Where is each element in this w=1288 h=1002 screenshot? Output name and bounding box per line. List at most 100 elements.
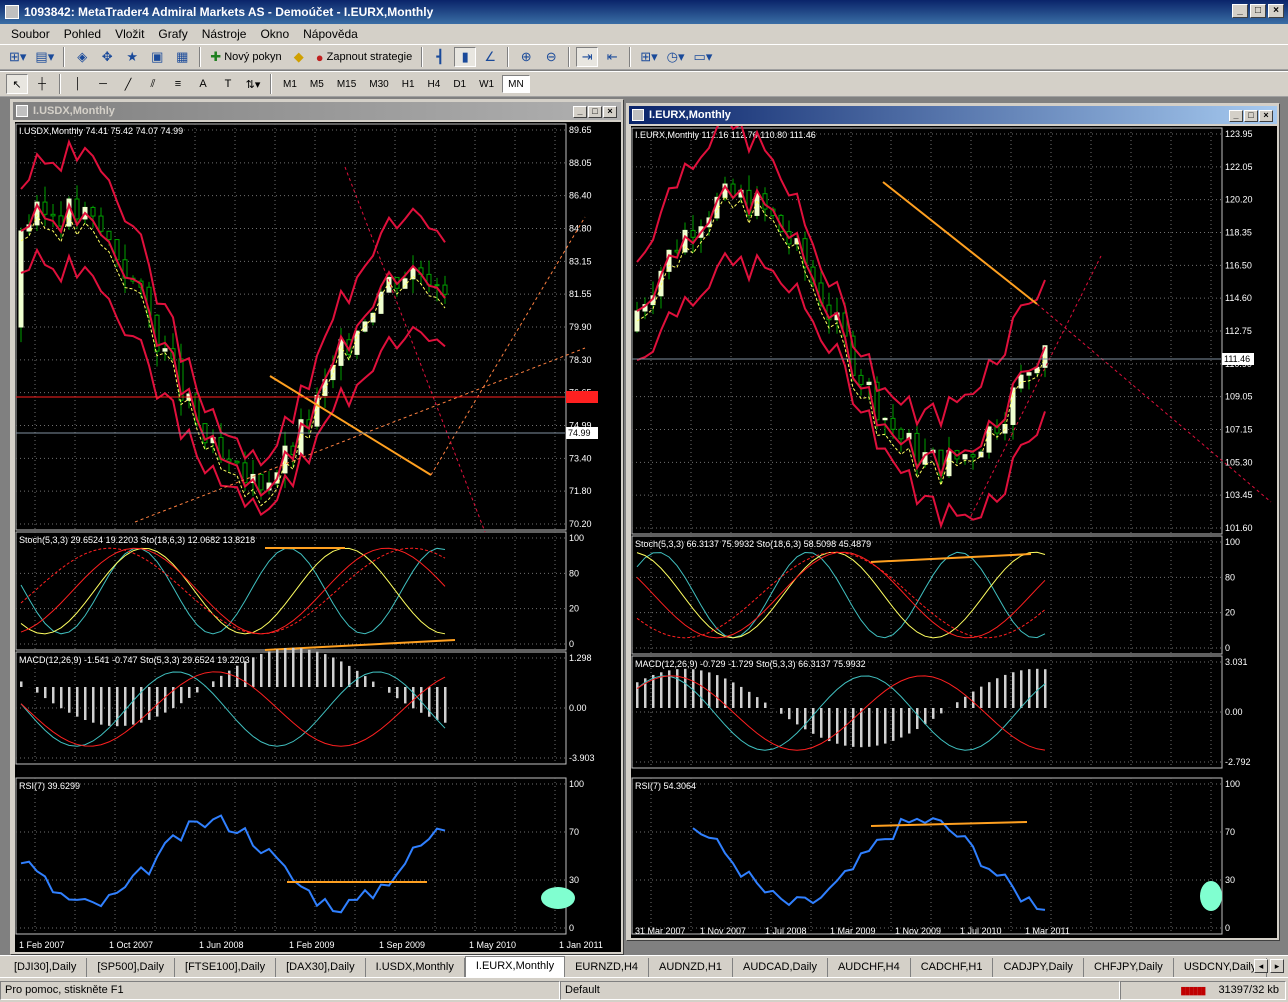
pane-border — [15, 651, 567, 765]
new-chart-button[interactable]: ⊞▾ — [6, 47, 29, 67]
chart-window-title[interactable]: I.EURX,Monthly _ □ × — [629, 106, 1277, 124]
chart-tab[interactable]: AUDNZD,H1 — [649, 958, 733, 977]
chart-minimize-button[interactable]: _ — [1229, 110, 1243, 122]
close-button[interactable]: × — [1268, 4, 1284, 18]
navigator-button[interactable]: ★ — [121, 47, 143, 67]
chart-plot-area[interactable]: 123.95 122.05 120.20 118.35 116.50 114.60 112.… — [631, 112, 1277, 938]
metaeditor-button[interactable]: ◆ — [288, 47, 310, 67]
chart-minimize-button[interactable]: _ — [573, 106, 587, 118]
clock-icon: ◷▾ — [666, 49, 685, 64]
macd-histogram-bar — [812, 708, 815, 734]
horizontal-line-icon: ─ — [99, 78, 107, 90]
chart-window-title[interactable]: I.USDX,Monthly _ □ × — [13, 102, 621, 120]
label-button[interactable]: T — [217, 74, 239, 94]
terminal-button[interactable]: ▣ — [146, 47, 168, 67]
menu-okno[interactable]: Okno — [253, 27, 296, 41]
chart-tab[interactable]: CHFJPY,Daily — [1084, 958, 1174, 977]
trendline-button[interactable]: ╱ — [117, 74, 139, 94]
chart-window-eurx[interactable]: I.EURX,Monthly _ □ × 123.95 122.05 120.20 118… — [626, 103, 1280, 941]
chart-maximize-button[interactable]: □ — [588, 106, 602, 118]
chart-tab[interactable]: CADCHF,H1 — [911, 958, 994, 977]
bar-chart-button[interactable]: ┫ — [429, 47, 451, 67]
macd-histogram-bar — [676, 669, 679, 708]
tf-h1[interactable]: H1 — [397, 75, 420, 93]
tf-h4[interactable]: H4 — [423, 75, 446, 93]
tab-scroll-left-icon[interactable]: ◂ — [1254, 959, 1268, 973]
text-icon: A — [199, 78, 207, 90]
chart-close-button[interactable]: × — [1259, 110, 1273, 122]
tf-d1[interactable]: D1 — [448, 75, 471, 93]
chart-tab[interactable]: AUDCAD,Daily — [733, 958, 828, 977]
indicators-button[interactable]: ⊞▾ — [637, 47, 660, 67]
macd-histogram-bar — [988, 682, 991, 708]
chart-close-button[interactable]: × — [603, 106, 617, 118]
eurx-chart[interactable]: 123.95 122.05 120.20 118.35 116.50 114.60 112.… — [631, 112, 1277, 938]
candle — [978, 451, 984, 458]
minimize-button[interactable]: _ — [1232, 4, 1248, 18]
market-watch-button[interactable]: ◈ — [71, 47, 93, 67]
chart-shift-button[interactable]: ⇤ — [601, 47, 623, 67]
periods-button[interactable]: ◷▾ — [664, 47, 688, 67]
moving-average — [636, 195, 1046, 487]
tf-m15[interactable]: M15 — [332, 75, 361, 93]
menu-soubor[interactable]: Soubor — [4, 27, 57, 41]
macd-histogram-bar — [908, 708, 911, 734]
macd-histogram-bar — [892, 708, 895, 741]
axis-tick-label: 89.65 — [569, 125, 592, 135]
menu-vlozit[interactable]: Vložit — [108, 27, 151, 41]
price-tag — [566, 391, 598, 403]
tester-button[interactable]: ▦ — [171, 47, 193, 67]
chart-tab[interactable]: AUDCHF,H4 — [828, 958, 911, 977]
chart-tab[interactable]: [SP500],Daily — [87, 958, 176, 977]
tf-m5[interactable]: M5 — [305, 75, 329, 93]
status-bar: Pro pomoc, stiskněte F1 Default ▮▮▮▮▮▮ 3… — [0, 977, 1288, 1002]
menu-napoveda[interactable]: Nápověda — [296, 27, 365, 41]
menu-pohled[interactable]: Pohled — [57, 27, 108, 41]
chart-tab[interactable]: I.USDX,Monthly — [366, 958, 465, 977]
macd-histogram-bar — [932, 708, 935, 719]
chart-tab[interactable]: [FTSE100],Daily — [175, 958, 277, 977]
macd-histogram-bar — [716, 675, 719, 708]
autoscroll-button[interactable]: ⇥ — [576, 47, 599, 67]
vertical-line-button[interactable]: │ — [67, 74, 89, 94]
templates-button[interactable]: ▭▾ — [691, 47, 716, 67]
horizontal-line-button[interactable]: ─ — [92, 74, 114, 94]
usdx-chart[interactable]: 89.65 88.05 86.40 84.80 83.15 81.55 79.90 78.30… — [15, 122, 621, 952]
menu-bar: Soubor Pohled Vložit Grafy Nástroje Okno… — [0, 24, 1288, 44]
tf-w1[interactable]: W1 — [474, 75, 499, 93]
strategies-button[interactable]: ● Zapnout strategie — [313, 47, 416, 67]
candle — [258, 473, 264, 491]
zoom-out-button[interactable]: ⊖ — [540, 47, 562, 67]
tf-m30[interactable]: M30 — [364, 75, 393, 93]
chart-tab[interactable]: CADJPY,Daily — [993, 958, 1084, 977]
maximize-button[interactable]: □ — [1250, 4, 1266, 18]
crosshair-button[interactable]: ┼ — [31, 74, 53, 94]
candlestick-button[interactable]: ▮ — [454, 47, 477, 67]
channel-button[interactable]: ⫽ — [142, 74, 164, 94]
chart-plot-area[interactable]: 89.65 88.05 86.40 84.80 83.15 81.55 79.90 78.30… — [15, 122, 621, 952]
data-window-button[interactable]: ✥ — [96, 47, 118, 67]
menu-grafy[interactable]: Grafy — [151, 27, 194, 41]
cursor-button[interactable]: ↖ — [6, 74, 28, 94]
line-chart-button[interactable]: ∠ — [479, 47, 501, 67]
new-order-button[interactable]: ✚ Nový pokyn — [207, 47, 284, 67]
fibo-button[interactable]: ≡ — [167, 74, 189, 94]
menu-nastroje[interactable]: Nástroje — [195, 27, 254, 41]
chart-window-usdx[interactable]: I.USDX,Monthly _ □ × 89.65 88.05 86.40 84.80 8… — [10, 99, 624, 955]
chart-tab-active[interactable]: I.EURX,Monthly — [464, 956, 566, 977]
arrows-button[interactable]: ⇅▾ — [242, 74, 264, 94]
chart-tab[interactable]: [DJI30],Daily — [4, 958, 88, 977]
chart-tab[interactable]: EURNZD,H4 — [565, 958, 650, 977]
zoom-in-button[interactable]: ⊕ — [515, 47, 537, 67]
chart-window-title-text: I.EURX,Monthly — [649, 109, 731, 121]
tab-scroll-right-icon[interactable]: ▸ — [1270, 959, 1284, 973]
chart-tab[interactable]: [DAX30],Daily — [276, 958, 366, 977]
profiles-button[interactable]: ▤▾ — [32, 47, 57, 67]
macd-histogram-bar — [916, 708, 919, 730]
marker-ellipse — [541, 887, 575, 909]
chart-maximize-button[interactable]: □ — [1244, 110, 1258, 122]
macd-histogram-bar — [44, 687, 47, 699]
tf-mn[interactable]: MN — [502, 75, 530, 93]
text-button[interactable]: A — [192, 74, 214, 94]
tf-m1[interactable]: M1 — [278, 75, 302, 93]
